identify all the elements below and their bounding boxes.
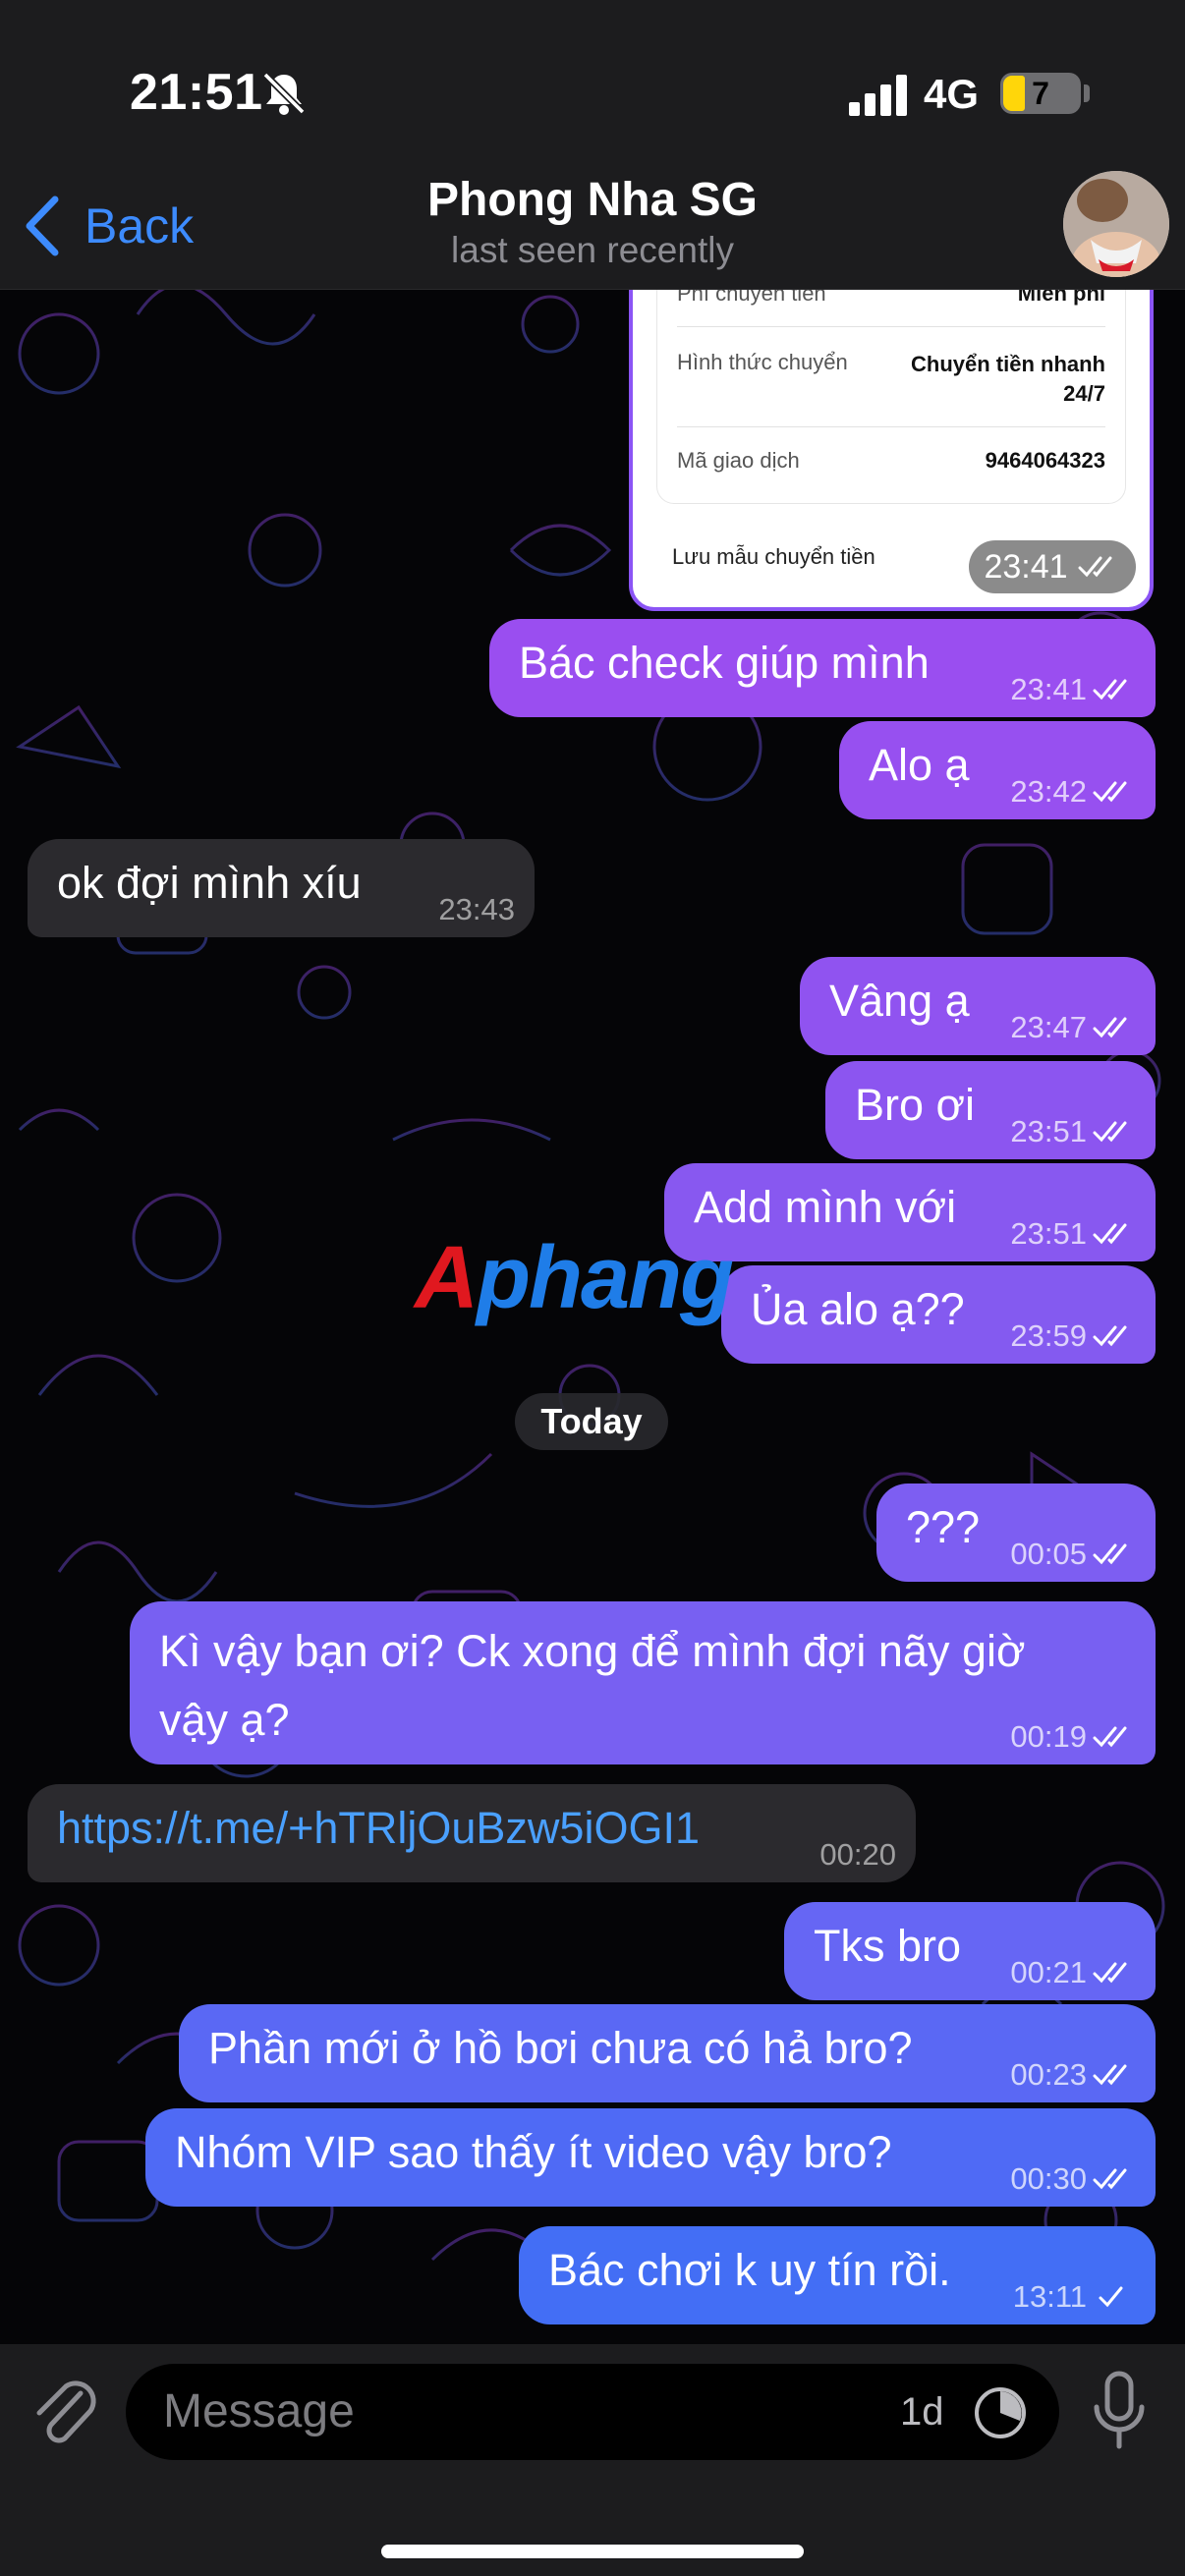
avatar[interactable] (1063, 171, 1169, 277)
network-type: 4G (924, 71, 980, 117)
message-input[interactable]: Message 1d (126, 2364, 1059, 2460)
status-bar: 21:51 4G 7 (0, 0, 1185, 167)
battery-percent: 7 (1032, 76, 1049, 111)
receipt-details: Phí chuyển tiền Miễn phí Hình thức chuyể… (656, 269, 1126, 504)
chat-title[interactable]: Phong Nha SG (0, 173, 1185, 227)
double-check-icon (1093, 1017, 1127, 1038)
message-outgoing[interactable]: Ủa alo ạ?? 23:59 (721, 1265, 1156, 1364)
clock-icon[interactable] (973, 2385, 1028, 2440)
message-composer: Message 1d (0, 2344, 1185, 2576)
double-check-icon (1093, 1223, 1127, 1245)
paperclip-icon[interactable] (29, 2374, 98, 2452)
chat-header: Back Phong Nha SG last seen recently (0, 167, 1185, 290)
message-outgoing[interactable]: Bác check giúp mình 23:41 (489, 619, 1156, 717)
double-check-icon (1093, 1325, 1127, 1347)
message-time: 23:41 (969, 540, 1136, 593)
double-check-icon (1093, 1121, 1127, 1143)
home-indicator (381, 2545, 804, 2558)
microphone-icon[interactable] (1091, 2370, 1148, 2454)
transfer-receipt-image[interactable]: Phí chuyển tiền Miễn phí Hình thức chuyể… (629, 265, 1154, 611)
watermark-logo: Aphang (415, 1229, 734, 1327)
link[interactable]: https://t.me/+hTRljOuBzw5iOGI1 (57, 1798, 700, 1859)
message-outgoing[interactable]: Add mình với 23:51 (664, 1163, 1156, 1261)
divider (677, 426, 1105, 427)
double-check-icon (1093, 2064, 1127, 2086)
message-outgoing[interactable]: ??? 00:05 (876, 1484, 1156, 1582)
message-outgoing[interactable]: Bro ơi 23:51 (825, 1061, 1156, 1159)
double-check-icon (1093, 781, 1127, 803)
battery-icon: 7 (1000, 73, 1081, 114)
message-outgoing[interactable]: Alo ạ 23:42 (839, 721, 1156, 819)
status-time: 21:51 (130, 64, 263, 121)
message-incoming[interactable]: https://t.me/+hTRljOuBzw5iOGI1 00:20 (28, 1784, 916, 1882)
message-outgoing[interactable]: Phần mới ở hồ bơi chưa có hả bro? 00:23 (179, 2004, 1156, 2102)
avatar-image (1063, 171, 1169, 277)
divider (677, 326, 1105, 327)
single-check-icon (1099, 2286, 1123, 2308)
date-separator: Today (515, 1393, 668, 1450)
chat-status: last seen recently (451, 230, 734, 270)
double-check-icon (1093, 2168, 1127, 2190)
signal-icon (849, 75, 907, 116)
message-outgoing[interactable]: Nhóm VIP sao thấy ít video vậy bro? 00:3… (145, 2108, 1156, 2207)
message-outgoing[interactable]: Bác chơi k uy tín rồi. 13:11 (519, 2226, 1156, 2324)
message-outgoing[interactable]: Kì vậy bạn ơi? Ck xong để mình đợi nãy g… (130, 1601, 1156, 1764)
message-outgoing[interactable]: Tks bro 00:21 (784, 1902, 1156, 2000)
double-check-icon (1093, 679, 1127, 700)
message-outgoing[interactable]: Vâng ạ 23:47 (800, 957, 1156, 1055)
double-check-icon (1078, 556, 1112, 578)
receipt-row-method: Hình thức chuyển Chuyển tiền nhanh 24/7 (677, 350, 1105, 406)
message-incoming[interactable]: ok đợi mình xíu 23:43 (28, 839, 535, 937)
double-check-icon (1093, 1962, 1127, 1984)
bell-slash-icon (262, 72, 306, 115)
double-check-icon (1093, 1543, 1127, 1565)
double-check-icon (1093, 1726, 1127, 1748)
auto-delete-timer[interactable]: 1d (900, 2364, 944, 2460)
save-template-label: Lưu mẫu chuyển tiền (672, 544, 875, 569)
battery-cap (1084, 84, 1090, 102)
